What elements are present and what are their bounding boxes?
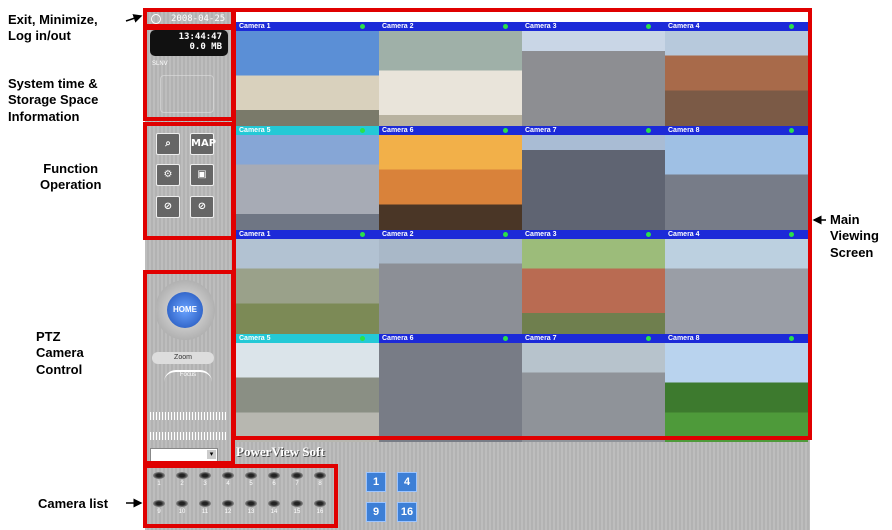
- annotation-system: System time & Storage Space Information: [8, 76, 99, 124]
- annotation-function: Function Operation: [40, 161, 102, 193]
- highlight-ptz: [143, 270, 235, 465]
- annotation-main: Main Viewing Screen: [830, 212, 879, 260]
- highlight-function: [143, 122, 235, 240]
- highlight-main: [232, 8, 812, 440]
- annotation-camlist: Camera list: [38, 496, 109, 511]
- layout-1-button[interactable]: 1: [366, 472, 386, 492]
- arrow-exit: [125, 14, 143, 23]
- highlight-camlist: [143, 464, 338, 528]
- highlight-exit: [143, 8, 235, 28]
- layout-16-button[interactable]: 16: [397, 502, 417, 522]
- layout-9-button[interactable]: 9: [366, 502, 386, 522]
- app-logo: PowerView Soft: [236, 444, 325, 459]
- highlight-system: [143, 26, 235, 121]
- layout-4-button[interactable]: 4: [397, 472, 417, 492]
- annotation-ptz: PTZ Camera Control: [36, 329, 84, 377]
- annotation-exit: Exit, Minimize, Log in/out: [8, 12, 98, 44]
